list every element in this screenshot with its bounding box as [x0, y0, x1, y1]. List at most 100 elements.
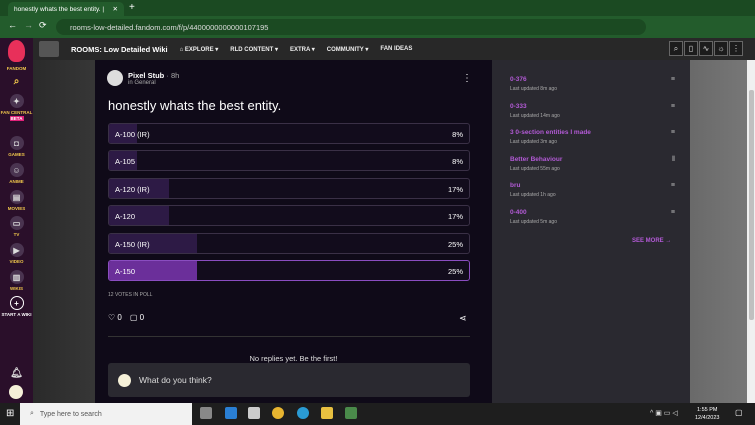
- vote-count: 12 VOTES IN POLL: [108, 292, 153, 298]
- tab-title: honestly whats the best entity. |: [14, 5, 105, 13]
- book-icon[interactable]: ▯: [684, 41, 698, 56]
- no-replies-text: No replies yet. Be the first!: [249, 354, 338, 363]
- post-category[interactable]: in General: [128, 80, 156, 86]
- poll-option[interactable]: A-150 (IR) 25%: [108, 232, 470, 254]
- poll-option[interactable]: A-150 25%: [108, 260, 470, 281]
- sidebar-item-title[interactable]: 0-376: [510, 76, 675, 83]
- fan-central-icon: ✦: [9, 94, 24, 108]
- rail-start-wiki[interactable]: + START A WIKI: [0, 296, 33, 317]
- rail-wikis[interactable]: ▥ WIKIS: [0, 270, 33, 291]
- poll-option-percent: 25%: [447, 239, 463, 249]
- reload-icon[interactable]: ⟳: [39, 20, 47, 31]
- sidebar-item[interactable]: Better Behaviour Last updated 55m ago ⫴: [510, 156, 675, 172]
- notification-icon[interactable]: ▢: [735, 408, 743, 417]
- search-icon[interactable]: ⌕: [669, 41, 683, 56]
- poll-option-label: A-120: [115, 212, 136, 222]
- back-icon[interactable]: ←: [8, 20, 17, 30]
- reply-placeholder: What do you think?: [139, 375, 212, 385]
- wiki-name[interactable]: ROOMS: Low Detailed Wiki: [71, 45, 168, 54]
- author-name[interactable]: Pixel Stub: [128, 71, 164, 80]
- rail-anime[interactable]: ☺ ANIME: [0, 163, 33, 184]
- activity-icon[interactable]: ∿: [699, 41, 713, 56]
- rail-label: FAN CENTRAL: [0, 110, 33, 115]
- share-icon[interactable]: ⋖: [459, 313, 467, 324]
- video-icon: ▶: [9, 243, 24, 257]
- nav-explore[interactable]: ⌂ EXPLORE ▾: [180, 46, 219, 53]
- poll-option-percent: 8%: [452, 130, 463, 139]
- beta-badge: BETA: [9, 116, 24, 121]
- post-options-icon[interactable]: ⋮: [462, 73, 472, 84]
- edge-icon[interactable]: [297, 407, 309, 419]
- search-icon: ⌕: [30, 410, 34, 417]
- more-icon[interactable]: ⋮: [729, 41, 743, 56]
- like-button[interactable]: ♡ 0: [108, 313, 122, 322]
- nav-community[interactable]: COMMUNITY ▾: [327, 46, 369, 53]
- clock[interactable]: 1:55 PM 12/4/2023: [695, 406, 719, 422]
- author-avatar[interactable]: [107, 70, 123, 86]
- sidebar-item[interactable]: bru Last updated 1h ago ≡: [510, 182, 675, 198]
- see-more-link[interactable]: SEE MORE →: [632, 238, 671, 244]
- nav-label: COMMUNITY: [326, 46, 364, 53]
- rail-movies[interactable]: ▤ MOVIES: [0, 190, 33, 211]
- rail-video[interactable]: ▶ VIDEO: [0, 243, 33, 264]
- sidebar-item[interactable]: 0-400 Last updated 5m ago ≡: [510, 209, 675, 225]
- url-field[interactable]: rooms-low-detailed.fandom.com/f/p/440000…: [56, 19, 646, 35]
- like-count: 0: [117, 313, 122, 322]
- poll-option[interactable]: A-105 8%: [108, 150, 470, 172]
- sidebar-item[interactable]: 0-333 Last updated 14m ago ≡: [510, 103, 675, 119]
- fandom-label: FANDOM: [6, 66, 27, 71]
- post-icon: ≡: [670, 208, 675, 216]
- browser-tab[interactable]: honestly whats the best entity. | ✕: [8, 2, 124, 16]
- close-tab-icon[interactable]: ✕: [113, 5, 118, 13]
- start-button[interactable]: ⊞: [6, 408, 14, 419]
- anime-icon: ☺: [9, 163, 24, 177]
- bell-icon[interactable]: 🔔︎: [0, 368, 33, 379]
- sidebar-item-title[interactable]: bru: [510, 182, 675, 189]
- search-icon[interactable]: ⌕: [0, 76, 33, 87]
- forward-icon[interactable]: →: [24, 20, 33, 30]
- clock-date: 12/4/2023: [695, 415, 720, 421]
- rail-label: MOVIES: [7, 206, 26, 211]
- fandom-rail: FANDOM ⌕ ✦ FAN CENTRAL BETA ◘ GAMES ☺ ANIME …: [0, 38, 33, 403]
- sidebar-item-updated: Last updated 8m ago: [510, 86, 557, 92]
- nav-label: EXPLORE: [184, 46, 214, 53]
- chrome-active-icon[interactable]: [345, 407, 357, 419]
- tray-icons[interactable]: ^ ▣ ▭ ◁: [650, 409, 678, 417]
- poll-option-percent: 25%: [447, 267, 463, 276]
- poll-option[interactable]: A-120 17%: [108, 205, 470, 227]
- explorer-icon[interactable]: [321, 407, 333, 419]
- sidebar-item[interactable]: 3 0-section entities I made Last updated …: [510, 129, 675, 145]
- poll-option[interactable]: A-100 (IR) 8%: [108, 123, 470, 144]
- rail-games[interactable]: ◘ GAMES: [0, 136, 33, 157]
- see-more-label: SEE MORE: [632, 238, 664, 244]
- store-icon[interactable]: [248, 407, 260, 419]
- nav-fan-ideas[interactable]: FAN IDEAS: [380, 46, 412, 52]
- new-tab-button[interactable]: +: [129, 2, 135, 13]
- nav-label: EXTRA: [289, 46, 311, 53]
- sidebar-item[interactable]: 0-376 Last updated 8m ago ≡: [510, 76, 675, 92]
- poll-option-label: A-120 (IR): [115, 184, 150, 194]
- poll-option[interactable]: A-120 (IR) 17%: [108, 177, 470, 199]
- sidebar-item-title[interactable]: 3 0-section entities I made: [510, 129, 675, 136]
- sidebar-item-title[interactable]: 0-400: [510, 209, 675, 216]
- rail-tv[interactable]: ▭ TV: [0, 216, 33, 237]
- nav-extra[interactable]: EXTRA ▾: [290, 46, 315, 53]
- reply-input[interactable]: What do you think?: [108, 363, 470, 397]
- comment-button[interactable]: ▢ 0: [130, 313, 144, 322]
- sidebar-item-title[interactable]: Better Behaviour: [510, 156, 675, 163]
- scrollbar-thumb[interactable]: [749, 90, 754, 320]
- rail-fan-central[interactable]: ✦ FAN CENTRAL BETA: [0, 94, 33, 121]
- user-avatar: [118, 373, 131, 387]
- avatar[interactable]: [9, 385, 23, 399]
- sidebar-item-updated: Last updated 5m ago: [510, 218, 557, 225]
- task-view-icon[interactable]: [200, 407, 212, 419]
- mail-icon[interactable]: [225, 407, 237, 419]
- chrome-icon[interactable]: [272, 407, 284, 419]
- rail-label: TV: [13, 232, 20, 237]
- theme-icon[interactable]: ☼: [714, 41, 728, 56]
- nav-rld-content[interactable]: RLD CONTENT ▾: [230, 46, 278, 53]
- taskbar-search[interactable]: ⌕ Type here to search: [20, 403, 192, 425]
- sidebar-item-title[interactable]: 0-333: [510, 103, 675, 110]
- wiki-logo[interactable]: [39, 41, 59, 57]
- fandom-logo[interactable]: [8, 40, 25, 62]
